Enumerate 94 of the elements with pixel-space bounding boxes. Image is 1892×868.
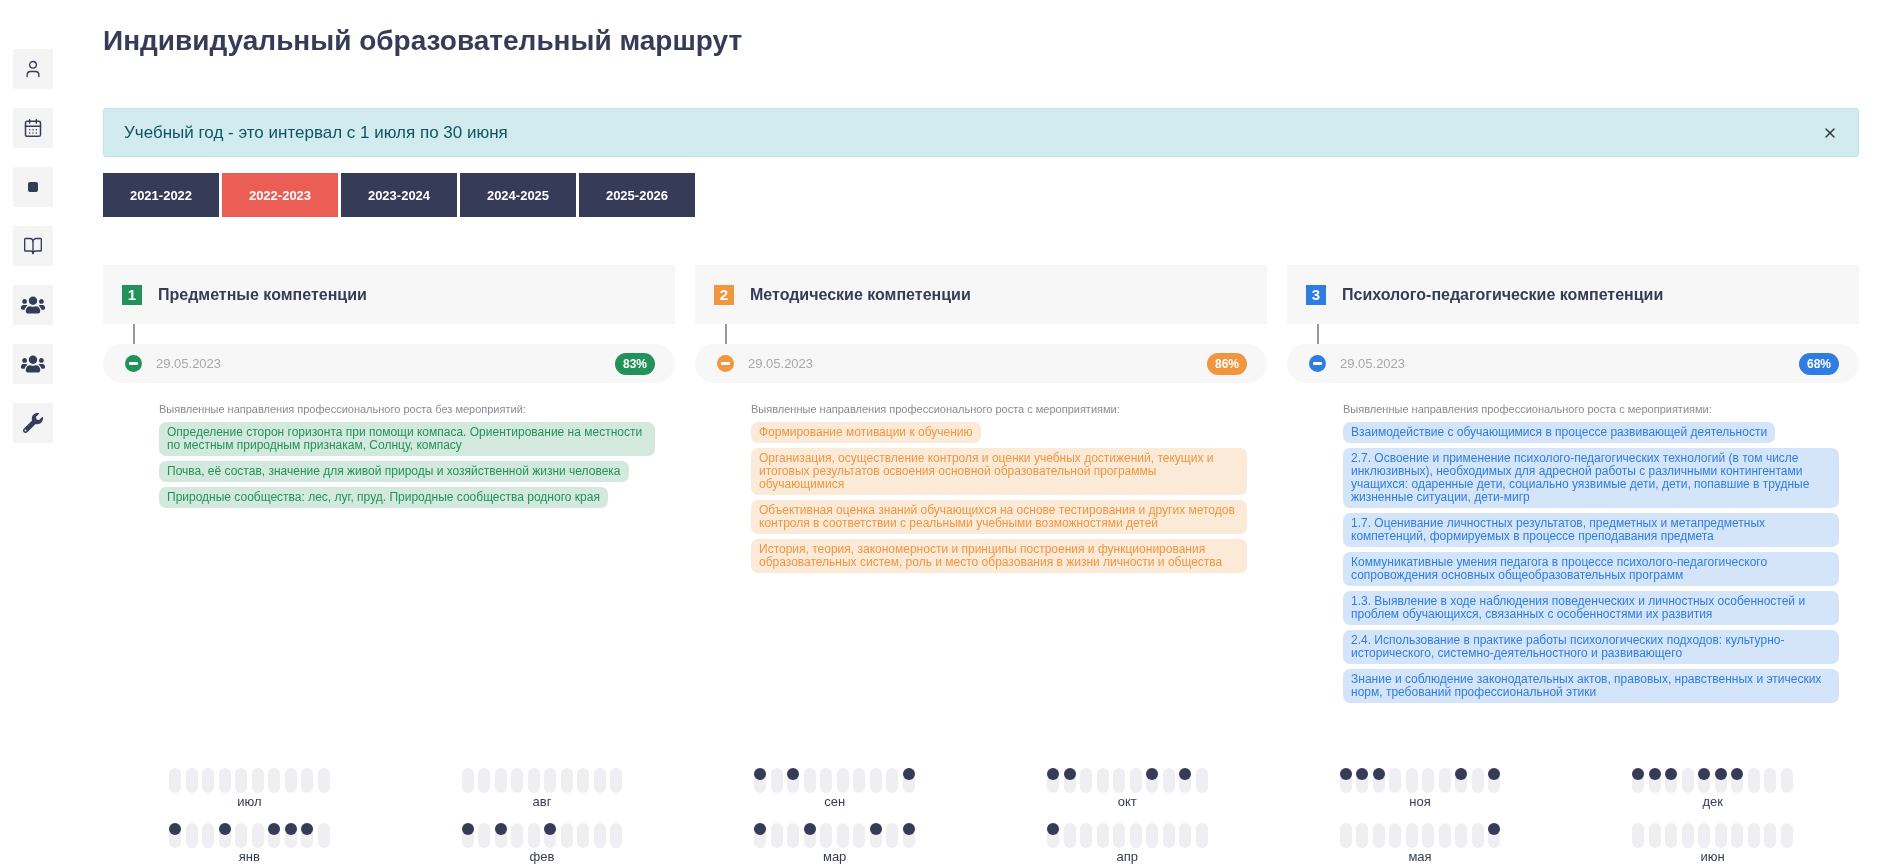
competency-title: Психолого-педагогические компетенции: [1342, 285, 1664, 304]
assessment-date: 29.05.2023: [1340, 356, 1407, 371]
month-label: ноя: [1409, 794, 1431, 809]
event-dot: [754, 768, 767, 780]
collapse-icon[interactable]: [1309, 355, 1326, 372]
calendar-icon: [23, 118, 43, 138]
event-dot: [1047, 823, 1060, 835]
growth-area-tag: Коммуникативные умения педагога в процессе психолого-педагогического сопровождения основных общеобразовательных программ: [1343, 552, 1839, 586]
year-tab[interactable]: 2025-2026: [579, 173, 695, 217]
growth-area-tag: Формирование мотивации к обучению: [751, 422, 981, 443]
event-dot: [1488, 768, 1501, 780]
event-dot: [218, 823, 231, 835]
calendar-button[interactable]: [13, 108, 53, 148]
event-dot: [268, 823, 281, 835]
growth-area-tag: Почва, её состав, значение для живой природы и хозяйственной жизни человека: [159, 461, 629, 482]
event-dot: [1488, 823, 1501, 835]
competency-title: Методические компетенции: [750, 285, 971, 304]
event-dot: [169, 823, 182, 835]
user-button[interactable]: [13, 49, 53, 89]
growth-area-tag: 2.7. Освоение и применение психолого-педагогических технологий (в том числе инклюзивных), необходимых для адресной работы с различными контингентами учащихся: одаренные дети, социально уязвимые дети, дети, попавшие в трудные жизненные ситуации, дети-мигр: [1343, 448, 1839, 508]
assessment-row[interactable]: 29.05.2023 83%: [103, 344, 675, 383]
event-dot: [902, 768, 915, 780]
number-badge: 1: [122, 284, 142, 305]
event-dot: [1455, 768, 1468, 780]
growth-area-tag: Взаимодействие с обучающимися в процессе развивающей деятельности: [1343, 422, 1776, 443]
growth-area-tag: Природные сообщества: лес, луг, пруд. Природные сообщества родного края: [159, 487, 608, 508]
month-label: мар: [822, 849, 847, 864]
assessment-date: 29.05.2023: [748, 356, 815, 371]
event-dot: [461, 823, 474, 835]
event-dot: [902, 823, 915, 835]
competency-title: Предметные компетенции: [158, 285, 367, 304]
event-dot: [869, 823, 882, 835]
event-dot: [494, 823, 507, 835]
section-caption: Выявленные направления профессионального роста без мероприятий:: [159, 403, 526, 415]
event-dot: [1146, 768, 1159, 780]
growth-area-tag: 2.4. Использование в практике работы психологических подходов: культурно-исторического, системно-деятельностного и развивающего: [1343, 630, 1839, 664]
year-tab[interactable]: 2023-2024: [341, 173, 457, 217]
collapse-icon[interactable]: [125, 355, 142, 372]
percent-badge: 86%: [1206, 352, 1247, 375]
event-dot: [754, 823, 767, 835]
year-tab[interactable]: 2021-2022: [103, 173, 219, 217]
month-label: окт: [1117, 794, 1137, 809]
book-button[interactable]: [13, 226, 53, 266]
year-tab[interactable]: 2024-2025: [460, 173, 576, 217]
page-title: Индивидуальный образовательный маршрут: [103, 24, 744, 58]
wrench-button[interactable]: [13, 403, 53, 443]
growth-area-tag: Организация, осуществление контроля и оценки учебных достижений, текущих и итоговых результатов освоения основной образовательной программы обучающимися: [751, 448, 1247, 495]
growth-area-tag: 1.3. Выявление в ходе наблюдения поведенческих и личностных особенностей и проблем обучающихся, связанных с особенностями их развития: [1343, 591, 1839, 625]
square-icon: [28, 182, 38, 192]
event-dot: [1356, 768, 1369, 780]
month-label: мая: [1408, 849, 1432, 864]
month-label: янв: [238, 849, 260, 864]
assessment-row[interactable]: 29.05.2023 68%: [1287, 344, 1859, 383]
event-dot: [1372, 768, 1385, 780]
growth-area-tag: Знание и соблюдение законодательных актов, правовых, нравственных и этических норм, требований профессиональной этики: [1343, 669, 1839, 703]
group-button[interactable]: [13, 344, 53, 384]
event-dot: [1731, 768, 1744, 780]
number-badge: 2: [714, 284, 734, 305]
month-label: июл: [237, 794, 262, 809]
event-dot: [1648, 768, 1661, 780]
growth-area-tag: Объективная оценка знаний обучающихся на основе тестирования и других методов контроля в соответствии с реальными учебными возможностями детей: [751, 500, 1247, 534]
growth-area-tag: 1.7. Оценивание личностных результатов, предметных и метапредметных компетенций, формируемых в процессе преподавания предмета: [1343, 513, 1839, 547]
assessment-date: 29.05.2023: [156, 356, 223, 371]
wrench-icon: [23, 413, 43, 433]
event-dot: [1339, 768, 1352, 780]
event-dot: [1698, 768, 1711, 780]
square-button[interactable]: [13, 167, 53, 207]
event-dot: [301, 823, 314, 835]
event-dot: [1632, 768, 1645, 780]
alert-text: Учебный год - это интервал с 1 июля по 30 июня: [124, 122, 508, 143]
month-label: сен: [824, 794, 846, 809]
percent-badge: 83%: [614, 352, 655, 375]
growth-area-tag: История, теория, закономерности и принципы построения и функционирования образовательных систем, роль и место образования в жизни личности и общества: [751, 539, 1247, 573]
event-dot: [1179, 768, 1192, 780]
event-dot: [284, 823, 297, 835]
event-dot: [803, 823, 816, 835]
book-icon: [23, 236, 43, 256]
event-dot: [1047, 768, 1060, 780]
event-dot: [544, 823, 557, 835]
month-label: апр: [1116, 849, 1139, 864]
event-dot: [1714, 768, 1727, 780]
event-dot: [1063, 768, 1076, 780]
section-caption: Выявленные направления профессионального роста с мероприятиями:: [1343, 403, 1712, 415]
number-badge: 3: [1306, 284, 1326, 305]
month-label: июн: [1700, 849, 1725, 864]
month-label: дек: [1702, 794, 1723, 809]
event-dot: [1665, 768, 1678, 780]
month-label: авг: [532, 794, 552, 809]
event-dot: [787, 768, 800, 780]
month-label: фев: [529, 849, 555, 864]
growth-area-tag: Определение сторон горизонта при помощи компаса. Ориентирование на местности по местным природным признакам, Солнцу, компасу: [159, 422, 655, 456]
percent-badge: 68%: [1798, 352, 1839, 375]
section-caption: Выявленные направления профессионального роста с мероприятиями:: [751, 403, 1120, 415]
group-button[interactable]: [13, 285, 53, 325]
